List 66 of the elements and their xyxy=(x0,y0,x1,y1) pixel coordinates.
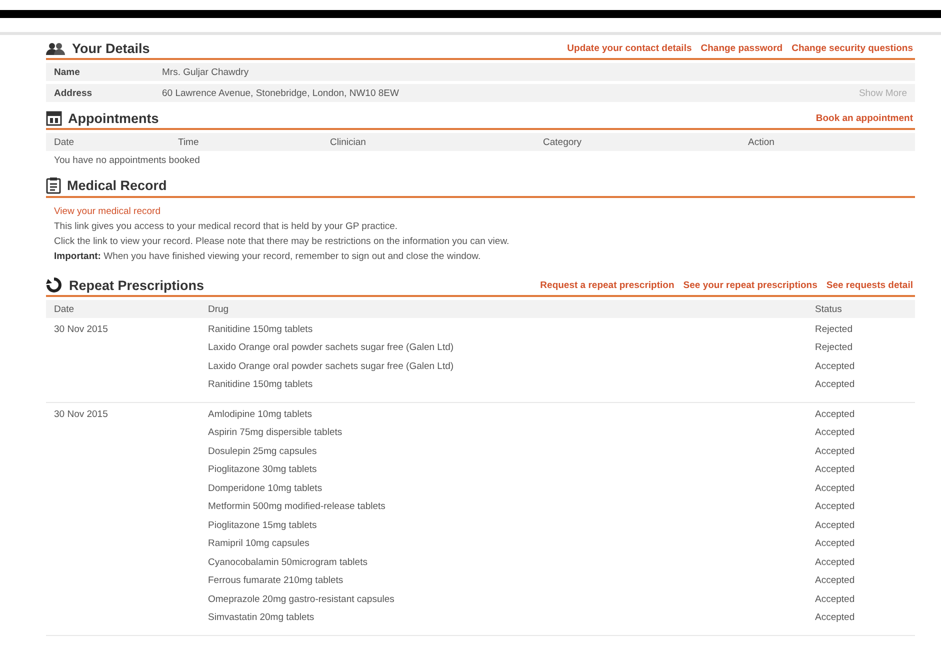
section-title: Appointments xyxy=(68,110,159,126)
drug-cell: Aspirin 75mg dispersible tablets xyxy=(208,427,342,438)
status-cell: Accepted xyxy=(815,482,855,494)
drug-cell: Cyanocobalamin 50microgram tablets xyxy=(208,556,368,568)
drug-cell: Metformin 500mg modified-release tablets xyxy=(208,501,386,512)
status-cell: Rejected xyxy=(815,324,852,335)
drug-cell: Pioglitazone 15mg tablets xyxy=(208,520,317,531)
status-cell: Accepted xyxy=(815,408,855,420)
drug-cell: Ranitidine 150mg tablets xyxy=(208,324,313,335)
header-link[interactable]: Change password xyxy=(700,43,783,54)
medical-record-link[interactable]: View your medical record xyxy=(54,206,160,218)
header-link[interactable]: Change security questions xyxy=(792,43,913,54)
header-link[interactable]: Request a repeat prescription xyxy=(540,280,674,290)
status-cell: Accepted xyxy=(815,501,855,512)
drug-cell: Amlodipine 10mg tablets xyxy=(208,408,312,420)
drug-cell: Dosulepin 25mg capsules xyxy=(208,446,317,457)
detail-value: Mrs. Guljar Chawdry xyxy=(162,66,250,78)
column-header: Drug xyxy=(208,304,230,314)
info-text: Important: When you have finished viewing your record, remember to sign out and close the window. xyxy=(54,251,482,263)
people-icon xyxy=(46,42,66,56)
section-title: Repeat Prescriptions xyxy=(69,278,204,292)
column-header: Date xyxy=(53,304,76,314)
status-cell: Accepted xyxy=(815,556,855,568)
calendar-icon xyxy=(46,110,62,126)
section-title: Medical Record xyxy=(67,178,167,193)
header-link[interactable]: See your repeat prescriptions xyxy=(683,280,818,290)
empty-message: You have no appointments booked xyxy=(53,154,201,168)
status-cell: Rejected xyxy=(815,342,852,354)
drug-cell: Domperidone 10mg tablets xyxy=(208,482,322,494)
status-cell: Accepted xyxy=(815,520,855,531)
detail-label: Address xyxy=(54,88,94,98)
column-header: Status xyxy=(815,304,843,314)
section-title: Your Details xyxy=(72,41,150,56)
status-cell: Accepted xyxy=(815,464,855,476)
column-header: Clinician xyxy=(329,136,367,148)
drug-cell: Omeprazole 20mg gastro-resistant capsules xyxy=(208,594,394,605)
header-link[interactable]: Book an appointment xyxy=(816,112,913,124)
status-cell: Accepted xyxy=(815,612,855,624)
refresh-icon xyxy=(46,277,63,293)
drug-cell: Ranitidine 150mg tablets xyxy=(208,379,313,390)
detail-value: 60 Lawrence Avenue, Stonebridge, London, NW10 8EW xyxy=(162,88,400,98)
drug-cell: Ferrous fumarate 210mg tablets xyxy=(208,575,344,586)
drug-cell: Laxido Orange oral powder sachets sugar free (Galen Ltd) xyxy=(208,342,454,354)
column-header: Date xyxy=(53,136,76,148)
header-link[interactable]: See requests detail xyxy=(826,280,913,290)
info-text: Click the link to view your record. Please note that there may be restrictions on the information you can view. xyxy=(54,236,510,248)
drug-cell: Ramipril 10mg capsules xyxy=(208,538,310,550)
date-cell: 30 Nov 2015 xyxy=(54,408,108,420)
clipboard-icon xyxy=(46,177,61,194)
column-header: Time xyxy=(177,136,200,148)
date-cell: 30 Nov 2015 xyxy=(54,324,108,335)
status-cell: Accepted xyxy=(815,360,855,372)
drug-cell: Pioglitazone 30mg tablets xyxy=(208,464,317,476)
status-cell: Accepted xyxy=(815,379,855,390)
detail-label: Name xyxy=(54,66,81,78)
status-cell: Accepted xyxy=(815,594,855,605)
drug-cell: Laxido Orange oral powder sachets sugar free (Galen Ltd) xyxy=(208,360,454,372)
column-header: Action xyxy=(747,136,776,148)
status-cell: Accepted xyxy=(815,575,855,586)
status-cell: Accepted xyxy=(815,446,855,457)
info-text: This link gives you access to your medical record that is held by your GP practice. xyxy=(54,221,399,233)
header-link[interactable]: Update your contact details xyxy=(567,43,692,54)
drug-cell: Simvastatin 20mg tablets xyxy=(208,612,314,624)
column-header: Category xyxy=(542,136,583,148)
status-cell: Accepted xyxy=(815,538,855,550)
status-cell: Accepted xyxy=(815,427,855,438)
